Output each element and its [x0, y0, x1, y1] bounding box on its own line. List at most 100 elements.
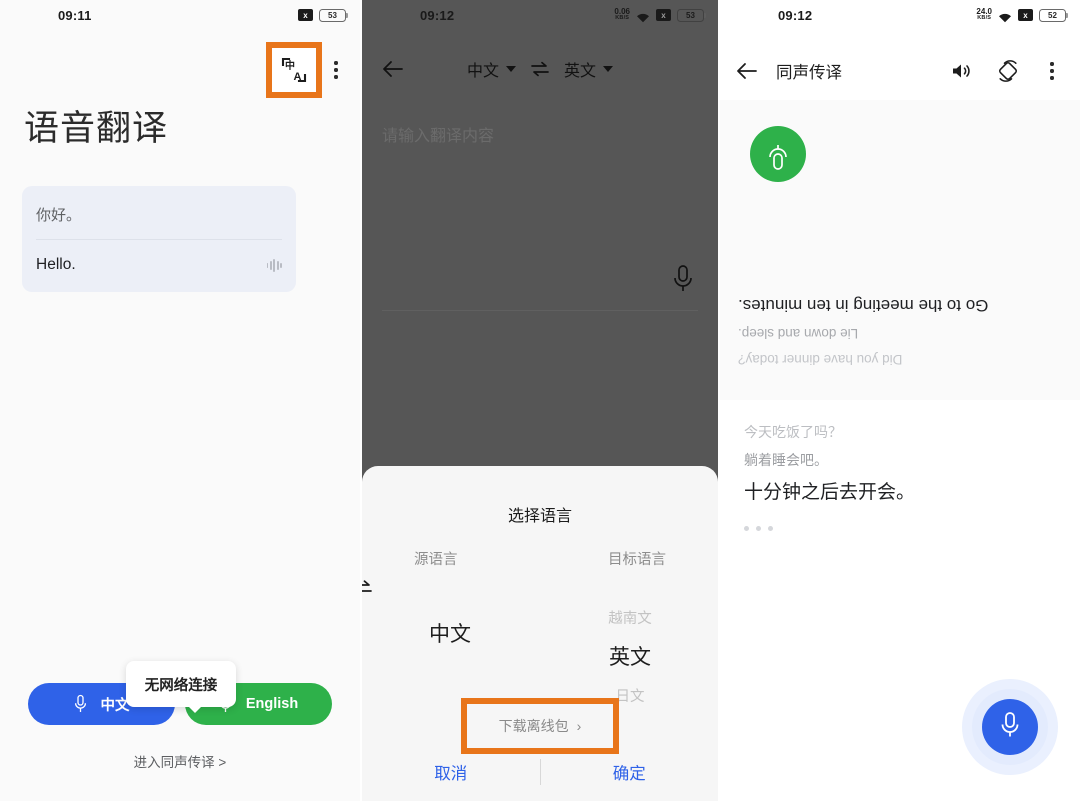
source-option-selected: 中文: [429, 623, 471, 646]
language-selector-row: 中文 英文: [406, 57, 674, 81]
app-bar: 同声传译: [720, 52, 1080, 90]
status-icons: 0.06 KB/S x 53: [614, 8, 706, 22]
battery-icon: 53: [319, 8, 348, 22]
bottom-controls: 中文 English 无网络连接 进入同声传译 >: [0, 661, 360, 801]
result-target-row: Hello.: [36, 240, 282, 292]
app-bar: 中文 英文: [362, 48, 718, 90]
voice-input-icon[interactable]: [672, 264, 694, 294]
panel-simultaneous-interpretation: 09:12 24.0 KB/S x 52 同声传译 Did you have d…: [720, 0, 1080, 801]
remote-line-1: Go to the meeting in ten minutes.: [738, 296, 989, 315]
download-row: 下载离线包 ›: [362, 698, 718, 754]
source-language-wheel[interactable]: 中文: [390, 579, 510, 691]
no-network-tooltip: 无网络连接: [126, 661, 236, 713]
target-language-dropdown[interactable]: 英文: [564, 57, 614, 81]
status-clock: 09:12: [420, 7, 455, 23]
dot: [1050, 62, 1054, 66]
swap-languages-icon: [362, 580, 373, 601]
overflow-menu-icon[interactable]: [322, 48, 350, 92]
sheet-swap-icon[interactable]: [362, 579, 392, 602]
status-icons: x 53: [298, 8, 348, 22]
record-fab-button[interactable]: [982, 699, 1038, 755]
local-line-3: 十分钟之后去开会。: [744, 482, 916, 503]
download-offline-pack-label: 下载离线包: [498, 718, 569, 734]
dot: [756, 526, 761, 531]
chevron-down-icon: [603, 66, 614, 72]
speaker-icon[interactable]: [950, 59, 974, 83]
chevron-right-icon: ›: [576, 718, 582, 734]
network-speed-indicator: 24.0 KB/S: [976, 8, 992, 22]
result-source-text: 你好。: [36, 207, 82, 224]
remote-line-3: Did you have dinner today?: [738, 352, 903, 367]
no-network-icon: x: [1018, 9, 1033, 21]
network-speed-unit: KB/S: [977, 15, 992, 22]
network-speed-indicator: 0.06 KB/S: [614, 8, 630, 22]
screen-rotate-icon[interactable]: [996, 59, 1020, 83]
dot: [334, 68, 338, 72]
app-bar-actions: [950, 59, 1066, 83]
highlight-box-download: 下载离线包 ›: [460, 698, 620, 754]
language-picker: 中文 越南文 英文 日文: [362, 579, 718, 705]
battery-icon: 52: [1039, 8, 1068, 22]
source-language-dropdown[interactable]: 中文: [467, 57, 516, 81]
input-underline: [382, 310, 698, 311]
dot: [768, 526, 773, 531]
sheet-column-headers: 源语言 目标语言: [362, 526, 718, 569]
target-column-header: 目标语言: [608, 552, 666, 568]
confirm-button[interactable]: 确定: [541, 760, 719, 784]
chevron-down-icon: [506, 66, 516, 72]
source-option-below: [390, 657, 510, 691]
remote-mic-indicator[interactable]: [750, 126, 806, 182]
dot: [744, 526, 749, 531]
panel-language-picker: 09:12 0.06 KB/S x 53 中文 英文 请输入翻译内容 选择语言 …: [362, 0, 718, 801]
dot: [334, 75, 338, 79]
status-bar: 09:11 x 53: [0, 0, 360, 30]
source-column-header: 源语言: [414, 552, 458, 568]
highlight-box-translate: 中 A: [266, 42, 322, 98]
battery-icon: 53: [677, 8, 706, 22]
source-language-label: 中文: [466, 63, 499, 80]
status-icons: 24.0 KB/S x 52: [976, 8, 1068, 22]
local-line-2: 躺着睡会吧。: [744, 452, 828, 468]
local-line-1: 今天吃饭了吗？: [744, 424, 842, 440]
sheet-actions: 取消 确定: [362, 759, 718, 785]
remote-line-2: Lie down and sleep.: [738, 326, 859, 341]
waveform-play-icon[interactable]: [266, 258, 282, 272]
local-transcript: 今天吃饭了吗？ 躺着睡会吧。 十分钟之后去开会。: [744, 418, 1056, 531]
panel-voice-translate-home: 09:11 x 53 中 A 语音翻译 你好。 Hello. 中文 Englis…: [0, 0, 360, 801]
overflow-menu-icon[interactable]: [1042, 59, 1062, 83]
typing-indicator: [744, 526, 1056, 531]
microphone-icon: [767, 138, 789, 171]
remote-speaker-section: Did you have dinner today? Lie down and …: [720, 100, 1080, 400]
translate-icon[interactable]: 中 A: [272, 48, 316, 92]
status-bar: 09:12 24.0 KB/S x 52: [720, 0, 1080, 30]
sheet-title: 选择语言: [507, 508, 572, 525]
download-offline-pack-button[interactable]: 下载离线包 ›: [466, 704, 614, 748]
enter-simultaneous-interpretation-link[interactable]: 进入同声传译 >: [0, 751, 360, 771]
dot: [1050, 76, 1054, 80]
status-bar: 09:12 0.06 KB/S x 53: [362, 0, 718, 30]
back-arrow-icon[interactable]: [734, 58, 760, 84]
page-title: 语音翻译: [24, 109, 169, 149]
dot: [1050, 69, 1054, 73]
swap-languages-icon[interactable]: [530, 61, 550, 77]
source-option-above: [390, 579, 510, 613]
page-title: 同声传译: [776, 64, 842, 82]
back-arrow-icon[interactable]: [380, 56, 406, 82]
status-clock: 09:11: [58, 7, 92, 23]
target-option-above: 越南文: [608, 611, 652, 627]
no-network-icon: x: [656, 9, 671, 21]
mic-button-english-label: English: [245, 696, 299, 712]
microphone-icon: [74, 694, 87, 714]
translation-result-card[interactable]: 你好。 Hello.: [22, 186, 296, 292]
svg-text:A: A: [294, 71, 302, 83]
cancel-button[interactable]: 取消: [362, 760, 540, 784]
wifi-icon: [636, 10, 650, 22]
screenshot-root: 09:11 x 53 中 A 语音翻译 你好。 Hello. 中文 Englis…: [0, 0, 1080, 801]
network-speed-unit: KB/S: [615, 15, 630, 22]
language-bottom-sheet: 选择语言 源语言 目标语言 中文 越南文 英文 日文 下载离线包 › 取消 确定: [362, 466, 718, 801]
target-option-selected: 英文: [609, 646, 651, 669]
microphone-icon: [998, 710, 1022, 745]
target-language-label: 英文: [564, 63, 597, 80]
translate-input-placeholder[interactable]: 请输入翻译内容: [382, 122, 494, 146]
wifi-icon: [998, 10, 1012, 22]
